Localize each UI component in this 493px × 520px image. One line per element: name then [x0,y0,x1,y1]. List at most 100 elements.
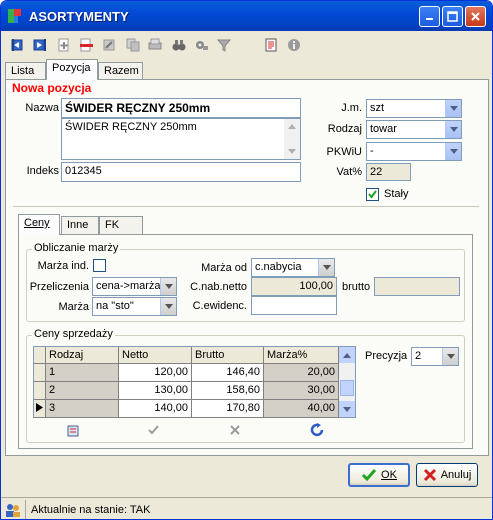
pkwiu-dropdown-button[interactable] [445,143,461,160]
pkwiu-select[interactable]: - [366,142,462,161]
tab-razem[interactable]: Razem [98,62,143,80]
close-icon [471,12,480,21]
row-indicator-current[interactable] [34,400,46,418]
jm-label: J.m. [341,102,362,114]
maximize-button[interactable] [442,6,463,27]
marza-od-label: Marża od [201,262,247,274]
chevron-down-icon [449,127,458,132]
table-cell-brutto[interactable]: 158,60 [192,382,264,400]
rodzaj-dropdown-button[interactable] [445,121,461,138]
minimize-button[interactable] [419,6,440,27]
column-header-netto[interactable]: Netto [119,347,192,364]
tab-inne[interactable]: Inne [61,216,99,234]
marza-ind-checkbox[interactable] [93,259,106,272]
grid-cancel-icon[interactable] [229,424,241,436]
table-cell-brutto[interactable]: 170,80 [192,400,264,418]
chevron-down-icon [449,106,458,111]
scroll-down-button[interactable] [339,401,355,417]
copy-record-icon[interactable] [125,37,141,53]
scroll-up-button[interactable] [339,347,355,363]
brutto-label: brutto [342,281,371,293]
vat-input[interactable]: 22 [366,163,411,181]
brutto-input[interactable] [374,277,460,296]
indeks-input[interactable]: 012345 [61,162,301,182]
marza-od-value: c.nabycia [255,261,302,273]
table-cell-netto[interactable]: 130,00 [119,382,192,400]
next-record-icon[interactable] [32,37,48,53]
jm-dropdown-button[interactable] [445,100,461,117]
cewidenc-input[interactable] [251,296,337,315]
first-record-icon[interactable] [10,37,26,53]
marza-od-select[interactable]: c.nabycia [251,258,335,277]
precyzja-value: 2 [415,350,422,362]
scroll-thumb[interactable] [340,380,354,396]
anuluj-button[interactable]: Anuluj [416,463,478,487]
marza-od-dropdown-button[interactable] [318,259,334,276]
delete-record-icon[interactable] [78,37,94,53]
marza-select[interactable]: na "sto" [92,297,177,316]
report-icon[interactable] [263,37,279,53]
ok-label: OK [381,469,397,481]
table-cell-rodzaj[interactable]: 3 [46,400,119,418]
marza-dropdown-button[interactable] [160,298,176,315]
precyzja-label: Precyzja [365,350,408,362]
tab-fk[interactable]: FK [99,216,143,234]
table-cell-rodzaj[interactable]: 2 [46,382,119,400]
edit-record-icon[interactable] [101,37,117,53]
cnab-netto-input[interactable]: 100,00 [251,277,337,296]
opis-scrollbar[interactable] [284,119,300,159]
chevron-down-icon [322,265,331,270]
marza-label: Marża [58,301,89,313]
table-cell-marza[interactable]: 40,00 [264,400,339,418]
staly-checkbox[interactable] [366,188,379,201]
table-cell-marza[interactable]: 30,00 [264,382,339,400]
table-cell-marza[interactable]: 20,00 [264,364,339,382]
window-title: ASORTYMENTY [29,9,129,24]
section-title: Nowa pozycja [12,81,92,95]
filter-icon[interactable] [216,37,232,53]
scroll-down-icon[interactable] [288,149,296,154]
title-bar[interactable]: ASORTYMENTY [1,1,492,31]
precyzja-select[interactable]: 2 [411,347,459,366]
jm-select[interactable]: szt [366,99,462,118]
row-indicator[interactable] [34,364,46,382]
tab-ceny[interactable]: Ceny [18,214,60,235]
przeliczenia-dropdown-button[interactable] [160,278,176,295]
check-icon [368,190,377,199]
column-header-rodzaj[interactable]: Rodzaj [46,347,119,364]
settings-icon[interactable] [193,37,209,53]
table-cell-netto[interactable]: 120,00 [119,364,192,382]
grid-corner [34,347,46,364]
ceny-grid: Rodzaj Netto Brutto Marża% 1 120,00 146,… [33,346,356,418]
help-icon[interactable] [286,37,302,53]
nazwa-input[interactable]: ŚWIDER RĘCZNY 250mm [61,98,301,118]
close-button[interactable] [465,6,486,27]
grid-scrollbar[interactable] [339,347,355,417]
grid-confirm-icon[interactable] [147,424,160,436]
table-cell-rodzaj[interactable]: 1 [46,364,119,382]
grid-refresh-icon[interactable] [310,423,325,438]
tab-pozycja[interactable]: Pozycja [46,59,98,80]
separator [13,206,479,207]
column-header-marza[interactable]: Marża% [264,347,339,364]
grid-export-icon[interactable] [66,423,81,438]
rodzaj-select[interactable]: towar [366,120,462,139]
ok-button[interactable]: OK [348,463,410,487]
chevron-down-icon [343,406,351,412]
opis-textarea[interactable]: ŚWIDER RĘCZNY 250mm [61,118,301,160]
przeliczenia-select[interactable]: cena->marża [92,277,177,296]
add-record-icon[interactable] [56,37,72,53]
chevron-down-icon [164,284,173,289]
scroll-up-icon[interactable] [288,124,296,129]
app-icon [8,9,21,23]
tab-lista[interactable]: Lista [5,62,46,80]
marza-ind-label: Marża ind. [37,260,89,272]
table-cell-netto[interactable]: 140,00 [119,400,192,418]
print-icon[interactable] [147,37,163,53]
search-binoculars-icon[interactable] [171,37,187,53]
table-cell-brutto[interactable]: 146,40 [192,364,264,382]
precyzja-dropdown-button[interactable] [442,348,458,365]
status-text: Aktualnie na stanie: TAK [31,504,151,516]
row-indicator[interactable] [34,382,46,400]
column-header-brutto[interactable]: Brutto [192,347,264,364]
